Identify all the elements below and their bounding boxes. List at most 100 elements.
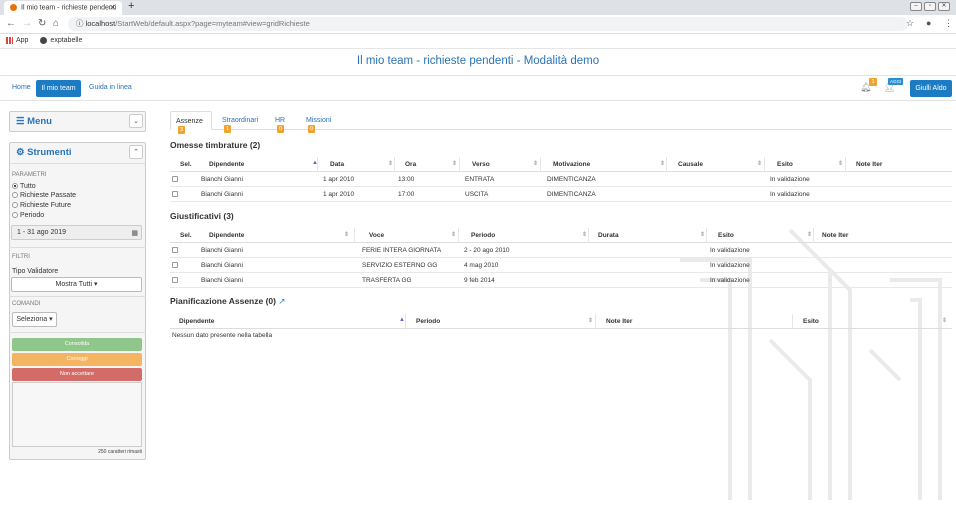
- forward-icon[interactable]: →: [22, 18, 32, 29]
- sort-icon[interactable]: ⇕: [660, 160, 665, 167]
- col-data[interactable]: Data: [330, 161, 344, 168]
- col-ora[interactable]: Ora: [405, 161, 416, 168]
- cell-dipendente: Bianchi Gianni: [201, 262, 243, 269]
- table-row[interactable]: Bianchi Gianni FERIE INTERA GIORNATA 2 -…: [170, 243, 952, 258]
- sort-icon[interactable]: ⇕: [807, 231, 812, 238]
- filters-label: FILTRI: [12, 254, 30, 260]
- tab-missioni[interactable]: Missioni0: [301, 111, 341, 134]
- row-checkbox[interactable]: [172, 262, 178, 268]
- giustificativi-header: Sel. Dipendente ⇕ Voce ⇕ Periodo ⇕ Durat…: [170, 228, 952, 243]
- col-dipendente[interactable]: Dipendente: [209, 161, 244, 168]
- col-periodo[interactable]: Periodo: [416, 318, 440, 325]
- back-icon[interactable]: ←: [6, 18, 16, 29]
- col-durata[interactable]: Durata: [598, 232, 619, 239]
- omesse-title: Omesse timbrature (2): [170, 140, 261, 150]
- bookmark-apps[interactable]: App: [6, 37, 28, 44]
- mostra-tutti-button[interactable]: Mostra Tutti ▾: [11, 277, 142, 292]
- maximize-icon[interactable]: ▫: [924, 2, 936, 11]
- new-tab-icon[interactable]: +: [128, 0, 134, 12]
- cell-dipendente: Bianchi Gianni: [201, 176, 243, 183]
- chevron-down-icon[interactable]: ⌄: [129, 114, 143, 128]
- sort-icon[interactable]: ⇕: [533, 160, 538, 167]
- nav-il-mio-team[interactable]: Il mio team: [36, 80, 81, 97]
- period-input[interactable]: 1 - 31 ago 2019 ▦: [11, 225, 142, 240]
- giustificativi-title: Giustificativi (3): [170, 211, 234, 221]
- table-row[interactable]: Bianchi Gianni 1 apr 2010 17:00 USCITA D…: [170, 187, 952, 202]
- bell-badge: 1: [869, 78, 877, 86]
- row-checkbox[interactable]: [172, 191, 178, 197]
- tools-title[interactable]: ⚙ Strumenti: [16, 147, 72, 158]
- sort-icon[interactable]: ⇕: [582, 231, 587, 238]
- sort-icon[interactable]: ⇕: [388, 160, 393, 167]
- tab-straordinari[interactable]: Straordinari1: [217, 111, 267, 134]
- close-window-icon[interactable]: ✕: [938, 2, 950, 11]
- sort-icon[interactable]: ⇕: [942, 317, 947, 324]
- cell-motivazione: DIMENTICANZA: [547, 176, 596, 183]
- col-dipendente[interactable]: Dipendente: [209, 232, 244, 239]
- col-esito[interactable]: Esito: [718, 232, 734, 239]
- url-input[interactable]: ⓘ localhost/StartWeb/default.aspx?page=m…: [68, 17, 908, 31]
- sort-icon[interactable]: ⇕: [344, 231, 349, 238]
- cell-periodo: 9 feb 2014: [464, 277, 495, 284]
- row-checkbox[interactable]: [172, 247, 178, 253]
- col-esito[interactable]: Esito: [803, 318, 819, 325]
- bookmark-exptabelle[interactable]: exptabelle: [40, 37, 82, 44]
- radio-tutto[interactable]: Tutto: [12, 183, 36, 190]
- cell-voce: SERVIZIO ESTERNO GG: [362, 262, 438, 269]
- table-row[interactable]: Bianchi Gianni 1 apr 2010 13:00 ENTRATA …: [170, 172, 952, 187]
- col-causale[interactable]: Causale: [678, 161, 703, 168]
- sort-icon[interactable]: ⇕: [451, 231, 456, 238]
- correggi-button[interactable]: Correggi: [12, 353, 142, 366]
- nav-home[interactable]: Home: [12, 84, 31, 91]
- tab-hr[interactable]: HR0: [270, 111, 296, 134]
- sort-icon[interactable]: ⇕: [588, 317, 593, 324]
- close-tab-icon[interactable]: ✕: [109, 3, 116, 12]
- col-note-iter[interactable]: Note Iter: [856, 161, 882, 168]
- cell-data: 1 apr 2010: [323, 191, 355, 198]
- cell-data: 1 apr 2010: [323, 176, 355, 183]
- reload-icon[interactable]: ↻: [38, 18, 46, 29]
- table-row[interactable]: Bianchi Gianni TRASFERTA GG 9 feb 2014 I…: [170, 273, 952, 288]
- sort-icon[interactable]: ⇕: [700, 231, 705, 238]
- calendar-icon[interactable]: ▦: [131, 227, 138, 240]
- sort-icon[interactable]: ⇕: [757, 160, 762, 167]
- cell-esito: In validazione: [710, 277, 750, 284]
- favicon-icon: [10, 4, 17, 11]
- seleziona-button[interactable]: Seleziona ▾: [12, 312, 57, 327]
- home-icon[interactable]: ⌂: [53, 18, 59, 29]
- commands-label: COMANDI: [12, 301, 41, 307]
- table-row[interactable]: Bianchi Gianni SERVIZIO ESTERNO GG 4 mag…: [170, 258, 952, 273]
- col-note-iter[interactable]: Note Iter: [606, 318, 632, 325]
- radio-future[interactable]: Richieste Future: [12, 202, 71, 209]
- user-button[interactable]: Giulli Aldo: [910, 80, 952, 97]
- star-icon[interactable]: ☆: [906, 18, 914, 29]
- chevron-up-icon[interactable]: ⌃: [129, 145, 143, 159]
- non-accettare-button[interactable]: Non accettare: [12, 368, 142, 381]
- radio-passate[interactable]: Richieste Passate: [12, 192, 76, 199]
- col-motivazione[interactable]: Motivazione: [553, 161, 590, 168]
- row-checkbox[interactable]: [172, 176, 178, 182]
- sort-icon[interactable]: ⇕: [838, 160, 843, 167]
- menu-title[interactable]: ☰ Menu: [16, 116, 52, 127]
- col-sel: Sel.: [180, 232, 192, 239]
- col-periodo[interactable]: Periodo: [471, 232, 495, 239]
- col-verso[interactable]: Verso: [472, 161, 490, 168]
- external-link-icon[interactable]: ↗: [278, 296, 285, 306]
- col-voce[interactable]: Voce: [369, 232, 384, 239]
- browser-tab[interactable]: Il mio team - richieste pendenti ✕: [4, 1, 122, 15]
- sort-icon[interactable]: ⇕: [452, 160, 457, 167]
- minimize-icon[interactable]: –: [910, 2, 922, 11]
- row-checkbox[interactable]: [172, 277, 178, 283]
- col-note-iter[interactable]: Note Iter: [822, 232, 848, 239]
- kebab-menu-icon[interactable]: ⋮: [944, 18, 953, 29]
- col-esito[interactable]: Esito: [777, 161, 793, 168]
- radio-periodo[interactable]: Periodo: [12, 212, 44, 219]
- tab-assenze[interactable]: Assenze3: [170, 111, 212, 135]
- consolida-button[interactable]: Consolida: [12, 338, 142, 351]
- profile-icon[interactable]: ●: [926, 18, 931, 28]
- radio-icon: [12, 212, 18, 219]
- note-textarea[interactable]: [12, 382, 142, 447]
- empty-table-message: Nessun dato presente nella tabella: [172, 332, 273, 339]
- nav-guida[interactable]: Guida in linea: [89, 84, 132, 91]
- col-dipendente[interactable]: Dipendente: [179, 318, 214, 325]
